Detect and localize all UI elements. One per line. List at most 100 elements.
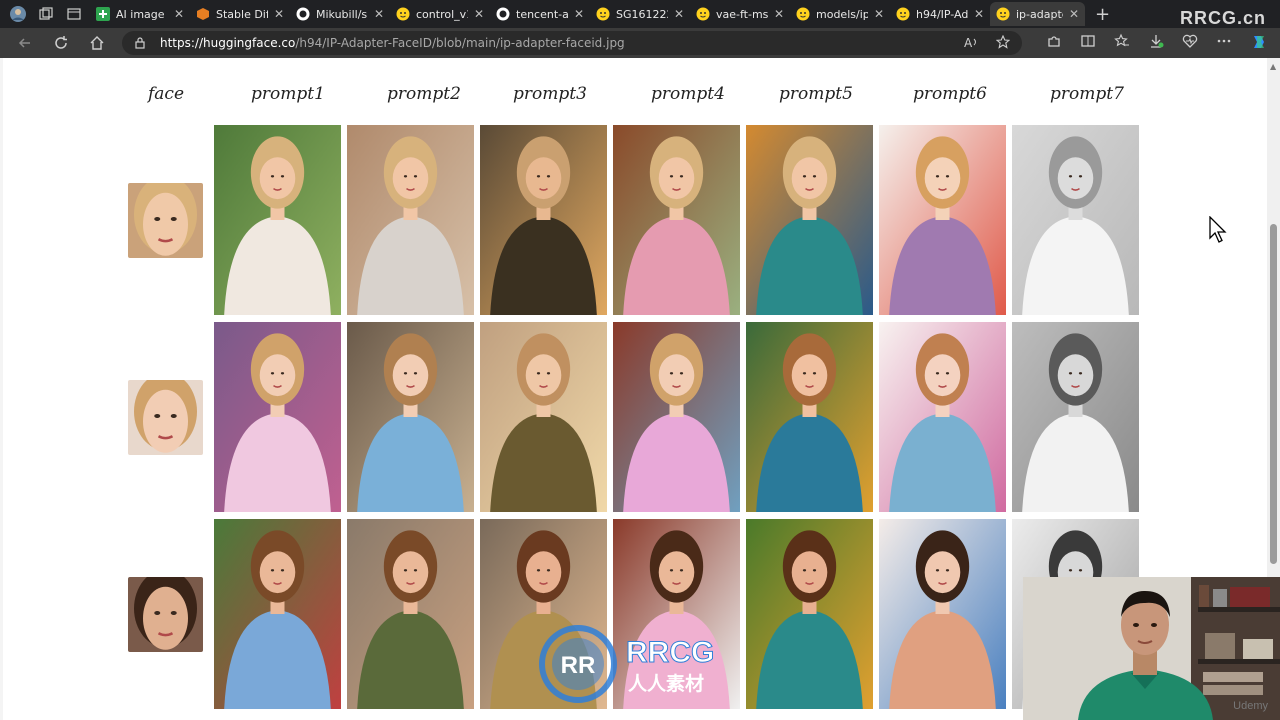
url-domain: https://huggingface.co (160, 36, 296, 50)
generated-image-prompt1 (214, 519, 341, 709)
extensions-icon[interactable] (1046, 33, 1062, 55)
watermark-rrcg-text: RRCG.cn (1180, 8, 1267, 28)
generated-image-prompt3 (480, 125, 607, 315)
generated-image-prompt7 (1012, 322, 1139, 512)
instructor-webcam-overlay: Udemy (1023, 577, 1280, 720)
refresh-icon (55, 36, 67, 49)
browser-tab[interactable]: vae-ft-mse ✕ (690, 2, 790, 26)
hf-emoji-icon (596, 7, 610, 21)
tab-close-icon[interactable]: ✕ (274, 7, 284, 21)
column-header-prompt2: prompt2 (387, 84, 461, 104)
read-aloud-icon[interactable]: A (964, 35, 980, 53)
back-button[interactable] (14, 32, 36, 54)
address-toolbar: https://huggingface.co/h94/IP-Adapter-Fa… (0, 28, 1280, 58)
column-header-face: face (148, 84, 185, 104)
tab-close-icon[interactable]: ✕ (774, 7, 784, 21)
column-header-prompt3: prompt3 (513, 84, 587, 104)
watermark-logo-text: RRCG (626, 636, 714, 669)
udemy-brand-watermark: Udemy (1233, 700, 1268, 712)
orange-cube-icon (196, 7, 210, 21)
hf-emoji-icon (696, 7, 710, 21)
svg-text:A: A (964, 36, 973, 49)
column-header-prompt7: prompt7 (1050, 84, 1124, 104)
copilot-icon[interactable] (1250, 33, 1268, 55)
tab-close-icon[interactable]: ✕ (874, 7, 884, 21)
tab-close-icon[interactable]: ✕ (1069, 7, 1079, 21)
generated-image-prompt2 (347, 322, 474, 512)
url-path: /h94/IP-Adapter-FaceID/blob/main/ip-adap… (295, 36, 625, 50)
generated-image-prompt2 (347, 519, 474, 709)
tab-title: control_v1 (416, 7, 468, 21)
home-button[interactable] (86, 32, 108, 54)
figure-header-row: face prompt1 prompt2 prompt3 prompt4 prompt5 p… (3, 84, 1203, 108)
generated-image-prompt4 (613, 322, 740, 512)
column-header-prompt4: prompt4 (651, 84, 725, 104)
browser-essentials-icon[interactable] (1182, 33, 1198, 55)
tab-title: Mikubill/s (316, 7, 368, 21)
url-text[interactable]: https://huggingface.co/h94/IP-Adapter-Fa… (160, 36, 625, 50)
scroll-thumb[interactable] (1270, 224, 1277, 564)
hf-emoji-icon (796, 7, 810, 21)
browser-tab[interactable]: Mikubill/s ✕ (290, 2, 390, 26)
generated-image-prompt7 (1012, 125, 1139, 315)
browser-tab[interactable]: control_v1 ✕ (390, 2, 490, 26)
rrcg-watermark-logo: RR RRCG 人人素材 (539, 625, 715, 703)
tab-title: tencent-ai (516, 7, 568, 21)
generated-image-prompt3 (480, 322, 607, 512)
tab-title: Stable Diff (216, 7, 268, 21)
more-menu-icon[interactable] (1216, 33, 1232, 55)
browser-tab[interactable]: tencent-ai ✕ (490, 2, 590, 26)
browser-tab[interactable]: Stable Diff ✕ (190, 2, 290, 26)
browser-tab[interactable]: models/ip ✕ (790, 2, 890, 26)
back-arrow-icon (18, 38, 30, 48)
github-icon (296, 7, 310, 21)
tab-title: SG161222 (616, 7, 668, 21)
tab-actions-icon[interactable] (64, 4, 84, 24)
browser-tab[interactable]: AI image o ✕ (90, 2, 190, 26)
browser-tab[interactable]: h94/IP-Ad ✕ (890, 2, 990, 26)
profile-avatar-icon[interactable] (8, 4, 28, 24)
reference-face-image (128, 183, 203, 258)
tab-close-icon[interactable]: ✕ (374, 7, 384, 21)
generated-image-prompt2 (347, 125, 474, 315)
reference-face-image (128, 577, 203, 652)
generated-image-prompt4 (613, 125, 740, 315)
hf-emoji-icon (996, 7, 1010, 21)
column-header-prompt5: prompt5 (779, 84, 853, 104)
scroll-up-arrow-icon[interactable]: ▲ (1270, 62, 1276, 71)
browser-tab[interactable]: ip-adapte ✕ (990, 2, 1085, 26)
tab-close-icon[interactable]: ✕ (574, 7, 584, 21)
favorite-star-icon[interactable] (995, 34, 1011, 53)
tab-close-icon[interactable]: ✕ (474, 7, 484, 21)
favorites-icon[interactable] (1114, 33, 1130, 55)
split-screen-icon[interactable] (1080, 33, 1096, 55)
generated-image-prompt1 (214, 125, 341, 315)
generated-image-prompt6 (879, 322, 1006, 512)
tab-close-icon[interactable]: ✕ (974, 7, 984, 21)
tab-strip: AI image o✕Stable Diff✕Mikubill/s✕contro… (90, 0, 1085, 28)
refresh-button[interactable] (50, 32, 72, 54)
tab-title: h94/IP-Ad (916, 7, 968, 21)
green-plus-icon (96, 7, 110, 21)
reference-face-image (128, 380, 203, 455)
lock-icon (134, 37, 146, 49)
tab-close-icon[interactable]: ✕ (674, 7, 684, 21)
generated-image-prompt1 (214, 322, 341, 512)
generated-image-prompt5 (746, 519, 873, 709)
workspaces-icon[interactable] (36, 4, 56, 24)
browser-tab[interactable]: SG161222 ✕ (590, 2, 690, 26)
column-header-prompt1: prompt1 (251, 84, 325, 104)
tab-title: models/ip (816, 7, 868, 21)
downloads-icon[interactable] (1148, 33, 1164, 55)
generated-image-prompt6 (879, 519, 1006, 709)
browser-tab-bar: AI image o✕Stable Diff✕Mikubill/s✕contro… (0, 0, 1280, 28)
url-bar[interactable]: https://huggingface.co/h94/IP-Adapter-Fa… (122, 31, 1022, 55)
new-tab-button[interactable]: + (1095, 4, 1110, 25)
svg-text:RR: RR (561, 652, 596, 679)
tab-close-icon[interactable]: ✕ (174, 7, 184, 21)
tab-title: ip-adapte (1016, 7, 1063, 21)
hf-emoji-icon (896, 7, 910, 21)
generated-image-prompt5 (746, 125, 873, 315)
watermark-logo-subtext: 人人素材 (628, 672, 704, 695)
column-header-prompt6: prompt6 (913, 84, 987, 104)
